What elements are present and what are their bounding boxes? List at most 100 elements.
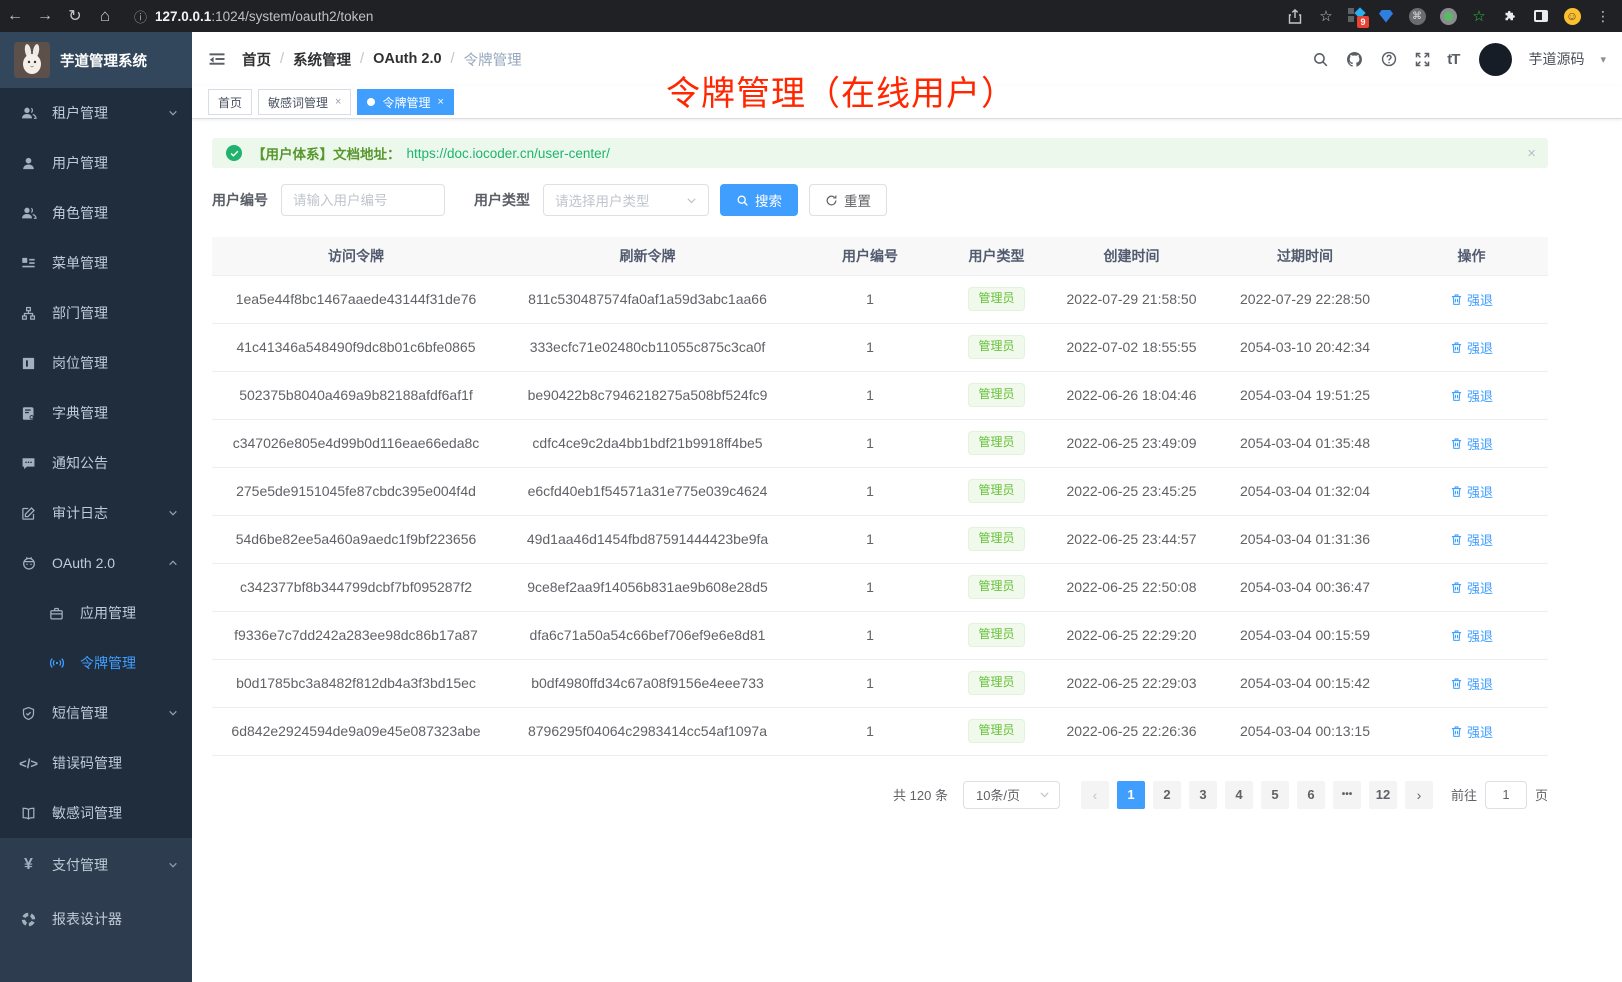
user-menu-caret-icon[interactable]: ▾	[1600, 53, 1606, 66]
force-logout-button[interactable]: 强退	[1450, 722, 1493, 741]
force-logout-button[interactable]: 强退	[1450, 626, 1493, 645]
user-type-select[interactable]: 请选择用户类型	[543, 184, 709, 216]
sidebar-item-audit-log[interactable]: 审计日志	[0, 488, 192, 538]
user-id-input[interactable]	[281, 184, 445, 216]
user-type-badge: 管理员	[968, 479, 1024, 502]
extension-tiles-icon[interactable]: 9	[1348, 8, 1364, 24]
search-button[interactable]: 搜索	[720, 184, 798, 216]
page-button-2[interactable]: 2	[1153, 781, 1181, 809]
star-extension-icon[interactable]: ☆	[1470, 7, 1488, 25]
site-info-icon[interactable]: ⓘ	[134, 7, 147, 26]
reset-button[interactable]: 重置	[809, 184, 887, 216]
search-icon[interactable]	[1312, 51, 1329, 68]
tab-home[interactable]: 首页	[208, 89, 252, 115]
create-time-cell: 2022-07-02 18:55:55	[1048, 323, 1215, 371]
force-logout-button[interactable]: 强退	[1450, 530, 1493, 549]
user-avatar[interactable]	[1479, 43, 1512, 76]
browser-reload-button[interactable]: ↻	[60, 6, 90, 26]
sidebar-fold-icon[interactable]	[208, 50, 226, 68]
force-logout-button[interactable]: 强退	[1450, 482, 1493, 501]
user-type-cell: 管理员	[945, 659, 1048, 707]
share-icon[interactable]	[1286, 7, 1304, 25]
tab-close-icon[interactable]: ×	[335, 96, 341, 108]
bookmark-star-icon[interactable]: ☆	[1317, 7, 1335, 25]
force-logout-button[interactable]: 强退	[1450, 674, 1493, 693]
help-icon[interactable]	[1380, 50, 1398, 68]
sidebar-item-error-code[interactable]: </> 错误码管理	[0, 738, 192, 788]
page-size-select[interactable]: 10条/页	[963, 781, 1060, 809]
alert-close-icon[interactable]: ×	[1527, 145, 1536, 162]
tab-sensitive-word[interactable]: 敏感词管理 ×	[258, 89, 351, 115]
force-logout-button[interactable]: 强退	[1450, 290, 1493, 309]
sidebar-item-dept[interactable]: 部门管理	[0, 288, 192, 338]
browser-forward-button[interactable]: →	[30, 7, 60, 25]
extensions-puzzle-icon[interactable]	[1501, 7, 1519, 25]
sidebar-item-dict[interactable]: 字典管理	[0, 388, 192, 438]
sidebar-item-notice[interactable]: 通知公告	[0, 438, 192, 488]
breadcrumb-current: 令牌管理	[464, 49, 522, 70]
breadcrumb-oauth2[interactable]: OAuth 2.0	[373, 51, 441, 67]
page-button-3[interactable]: 3	[1189, 781, 1217, 809]
command-extension-icon[interactable]: ⌘	[1408, 7, 1426, 25]
force-logout-button[interactable]: 强退	[1450, 386, 1493, 405]
recorder-extension-icon[interactable]	[1439, 7, 1457, 25]
sidebar-item-oauth2[interactable]: OAuth 2.0	[0, 538, 192, 588]
goto-page-input[interactable]	[1485, 781, 1527, 809]
doc-link[interactable]: https://doc.iocoder.cn/user-center/	[407, 146, 610, 161]
font-size-icon[interactable]: tT	[1447, 51, 1459, 68]
sidebar-item-oauth-token[interactable]: 令牌管理	[0, 638, 192, 688]
browser-home-button[interactable]: ⌂	[90, 6, 120, 26]
user-id-cell: 1	[795, 467, 945, 515]
prev-page-button[interactable]: ‹	[1081, 781, 1109, 809]
next-page-button[interactable]: ›	[1405, 781, 1433, 809]
page-button-6[interactable]: 6	[1297, 781, 1325, 809]
action-cell: 强退	[1395, 275, 1548, 323]
gem-extension-icon[interactable]	[1377, 7, 1395, 25]
sidebar-item-label: 敏感词管理	[52, 803, 122, 823]
tab-close-icon[interactable]: ×	[437, 96, 443, 108]
page-content: 【用户体系】文档地址： https://doc.iocoder.cn/user-…	[212, 138, 1548, 809]
sidebar-item-pay[interactable]: ¥ 支付管理	[0, 838, 192, 892]
refresh-token-cell: 811c530487574fa0af1a59d3abc1aa66	[500, 275, 795, 323]
side-panel-icon[interactable]	[1532, 7, 1550, 25]
github-icon[interactable]	[1345, 50, 1364, 69]
access-token-cell: c347026e805e4d99b0d116eae66eda8c	[212, 419, 500, 467]
sidebar-item-oauth-app[interactable]: 应用管理	[0, 588, 192, 638]
refresh-token-cell: dfa6c71a50a54c66bef706ef9e6e8d81	[500, 611, 795, 659]
more-pages-button[interactable]: •••	[1333, 781, 1361, 809]
access-token-cell: 502375b8040a469a9b82188afdf6af1f	[212, 371, 500, 419]
sidebar-item-tenant[interactable]: 租户管理	[0, 88, 192, 138]
breadcrumb-home[interactable]: 首页	[242, 49, 271, 70]
sidebar-item-user[interactable]: 用户管理	[0, 138, 192, 188]
col-access-token: 访问令牌	[212, 237, 500, 275]
profile-avatar-icon[interactable]: ☺	[1563, 7, 1581, 25]
user-id-label: 用户编号	[212, 190, 268, 210]
sidebar-item-sensitive-word[interactable]: 敏感词管理	[0, 788, 192, 838]
page-button-12[interactable]: 12	[1369, 781, 1397, 809]
browser-back-button[interactable]: ←	[0, 7, 30, 25]
expire-time-cell: 2054-03-04 00:15:42	[1215, 659, 1395, 707]
breadcrumb: 首页 / 系统管理 / OAuth 2.0 / 令牌管理	[242, 49, 522, 70]
sidebar-item-report-designer[interactable]: 报表设计器	[0, 892, 192, 946]
sidebar-item-sms[interactable]: 短信管理	[0, 688, 192, 738]
user-id-cell: 1	[795, 419, 945, 467]
sidebar-item-role[interactable]: 角色管理	[0, 188, 192, 238]
force-logout-button[interactable]: 强退	[1450, 578, 1493, 597]
force-logout-button[interactable]: 强退	[1450, 434, 1493, 453]
page-button-4[interactable]: 4	[1225, 781, 1253, 809]
tab-oauth-token[interactable]: 令牌管理 ×	[357, 89, 453, 115]
user-name[interactable]: 芋道源码	[1528, 49, 1584, 69]
page-button-5[interactable]: 5	[1261, 781, 1289, 809]
expire-time-cell: 2054-03-10 20:42:34	[1215, 323, 1395, 371]
sidebar-item-post[interactable]: 岗位管理	[0, 338, 192, 388]
page-button-1[interactable]: 1	[1117, 781, 1145, 809]
user-id-cell: 1	[795, 371, 945, 419]
sidebar-item-menu[interactable]: 菜单管理	[0, 238, 192, 288]
breadcrumb-system[interactable]: 系统管理	[293, 49, 351, 70]
address-bar[interactable]: ⓘ 127.0.0.1:1024/system/oauth2/token	[134, 7, 373, 26]
browser-menu-icon[interactable]: ⋮	[1594, 7, 1612, 25]
table-header: 访问令牌 刷新令牌 用户编号 用户类型 创建时间 过期时间 操作	[212, 237, 1548, 275]
app-logo-bar[interactable]: 芋道管理系统	[0, 32, 192, 88]
fullscreen-icon[interactable]	[1414, 51, 1431, 68]
force-logout-button[interactable]: 强退	[1450, 338, 1493, 357]
